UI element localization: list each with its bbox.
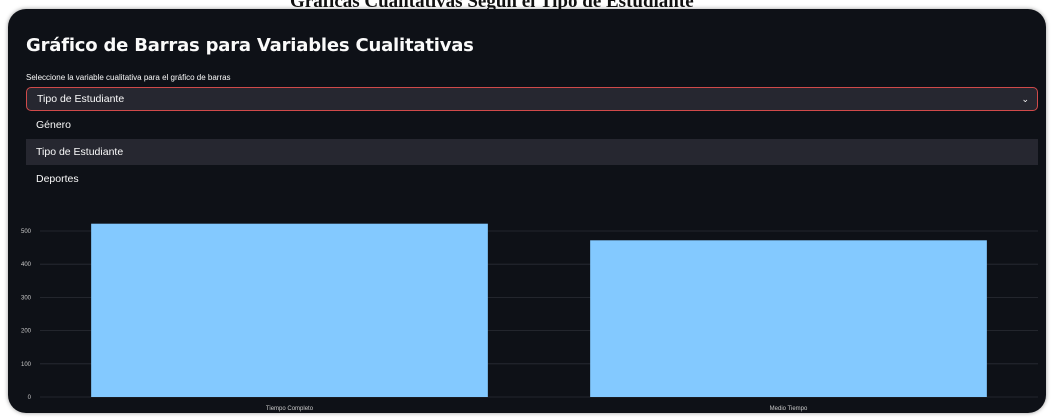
option-tipo-de-estudiante[interactable]: Tipo de Estudiante xyxy=(26,139,1038,165)
y-tick-label: 200 xyxy=(21,329,32,335)
bar-chart: 0 100 200 300 400 500 Tiempo Completo Medio Tie… xyxy=(21,223,1038,412)
option-deportes[interactable]: Deportes xyxy=(26,166,1038,192)
chevron-down-icon[interactable]: ⌄ xyxy=(1021,94,1029,105)
y-tick-label: 0 xyxy=(28,395,32,401)
y-tick-label: 400 xyxy=(21,262,32,268)
x-tick-label: Medio Tiempo xyxy=(770,406,808,412)
y-tick-label: 100 xyxy=(21,362,32,368)
bar xyxy=(91,223,488,397)
page-title: Gráfico de Barras para Variables Cualita… xyxy=(26,35,474,56)
y-tick-label: 500 xyxy=(21,229,32,235)
app-panel: 0 100 200 300 400 500 Tiempo Completo Medio Tie… xyxy=(8,9,1046,413)
y-tick-label: 300 xyxy=(21,295,32,301)
variable-select[interactable]: Tipo de Estudiante ⌄ xyxy=(26,87,1038,111)
option-genero[interactable]: Género xyxy=(26,112,1038,138)
x-tick-label: Tiempo Completo xyxy=(266,406,314,412)
bar xyxy=(590,240,987,397)
dropdown-menu: Género Tipo de Estudiante Deportes xyxy=(26,112,1038,192)
select-label: Seleccione la variable cualitativa para … xyxy=(26,73,231,82)
select-value: Tipo de Estudiante xyxy=(37,93,125,105)
